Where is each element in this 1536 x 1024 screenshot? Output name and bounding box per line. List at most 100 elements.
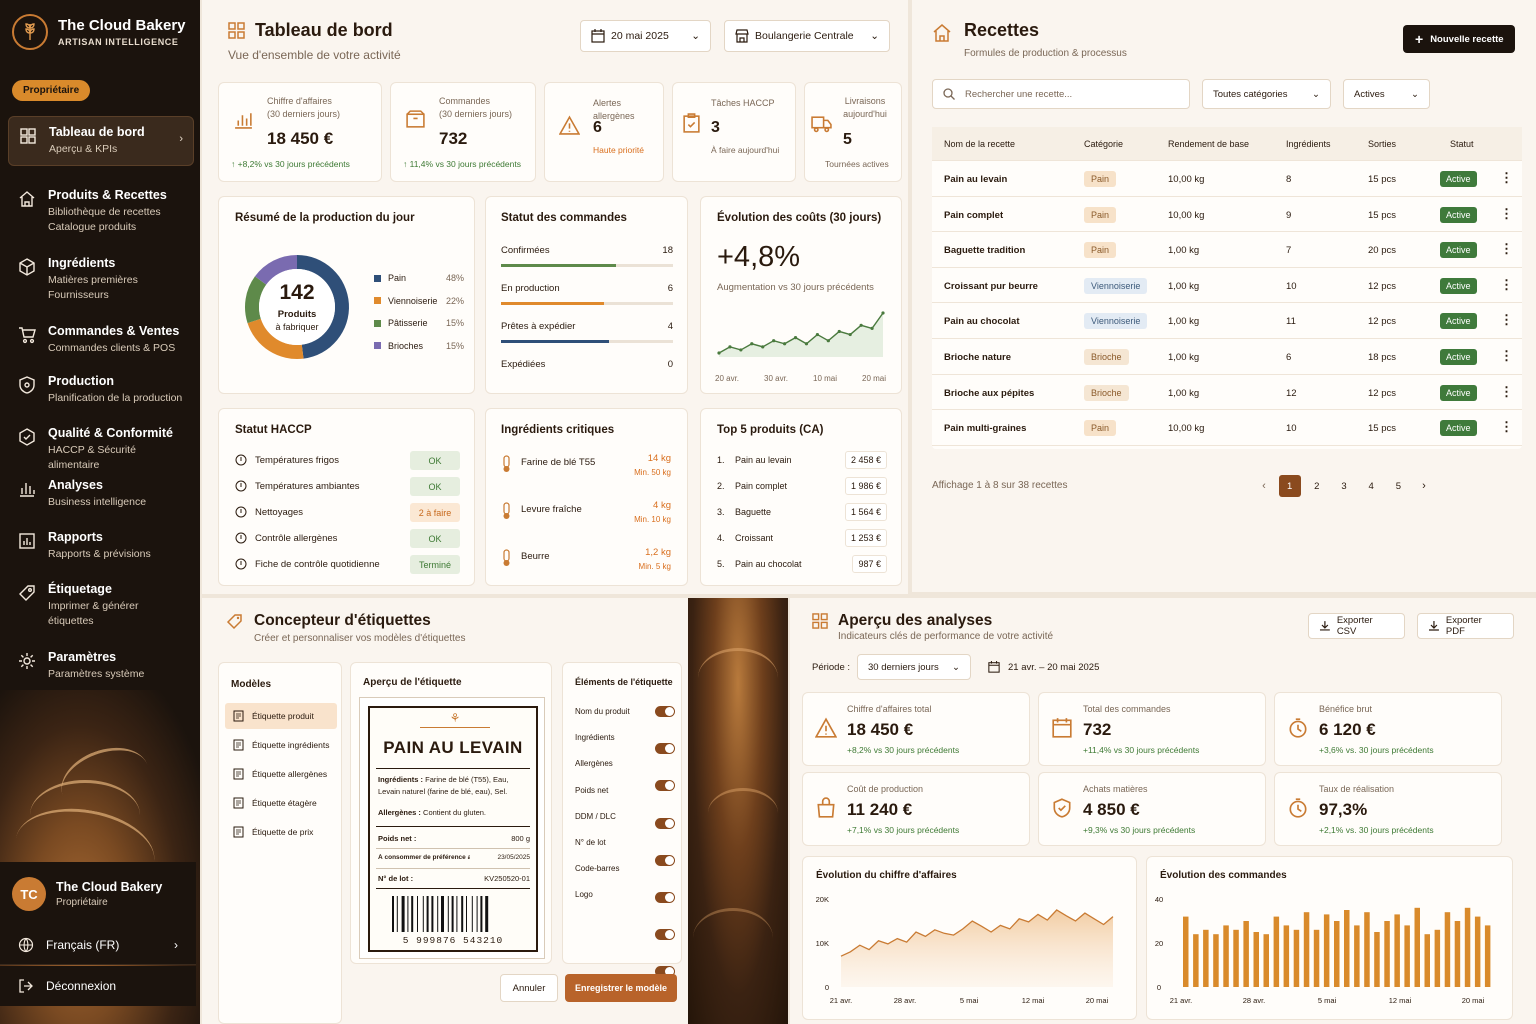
brand[interactable]: The Cloud Bakery ARTISAN INTELLIGENCE: [12, 14, 186, 50]
element-toggle[interactable]: [655, 929, 675, 941]
column-header[interactable]: Catégorie: [1084, 139, 1123, 149]
more-options-icon[interactable]: ⋮: [1500, 348, 1513, 364]
sidebar-item-house[interactable]: Produits & Recettes Bibliothèque de recet…: [8, 180, 194, 243]
recipe-ingredients: 9: [1286, 209, 1292, 221]
sidebar-item-bar-chart[interactable]: Analyses Business intelligence: [8, 470, 194, 518]
recipe-ingredients: 12: [1286, 387, 1297, 399]
page-3[interactable]: 3: [1333, 475, 1355, 497]
logout-button[interactable]: Déconnexion: [0, 966, 196, 1006]
model-item[interactable]: Étiquette ingrédients: [225, 732, 337, 758]
box-icon: [406, 110, 425, 128]
page-4[interactable]: 4: [1360, 475, 1382, 497]
cancel-button[interactable]: Annuler: [500, 974, 558, 1002]
user-card[interactable]: TC The Cloud Bakery Propriétaire: [0, 862, 196, 926]
new-recipe-button[interactable]: + Nouvelle recette: [1403, 25, 1515, 53]
pagination-summary: Affichage 1 à 8 sur 38 recettes: [932, 480, 1068, 491]
more-options-icon[interactable]: ⋮: [1500, 241, 1513, 257]
kpi-card[interactable]: Chiffre d'affaires (30 derniers jours) 18 …: [218, 82, 382, 182]
model-item[interactable]: Étiquette étagère: [225, 790, 337, 816]
sidebar-item-tag[interactable]: Étiquetage Imprimer & générer étiquettes: [8, 574, 194, 637]
analytics-kpi-card[interactable]: Total des commandes 732 +11,4% vs 30 jours…: [1038, 692, 1266, 766]
date-picker[interactable]: 20 mai 2025 ⌄: [580, 20, 711, 52]
analytics-kpi-card[interactable]: Achats matières 4 850 € +9,3% vs 30 jours …: [1038, 772, 1266, 846]
more-options-icon[interactable]: ⋮: [1500, 206, 1513, 222]
kpi-card[interactable]: Livraisons aujourd'hui 5 Tournées actives: [804, 82, 902, 182]
status-badge: 2 à faire: [410, 503, 460, 522]
product-revenue: 1 253 €: [844, 529, 887, 547]
page-5[interactable]: 5: [1387, 475, 1409, 497]
ingredient-min: Min. 10 kg: [634, 515, 671, 524]
element-label: Allergènes: [575, 759, 613, 769]
store-selector[interactable]: Boulangerie Centrale ⌄: [724, 20, 890, 52]
ingredient-qty: 4 kg: [653, 500, 671, 511]
element-toggle[interactable]: [655, 892, 675, 903]
analytics-kpi-card[interactable]: Coût de production 11 240 € +7,1% vs 30 jo…: [802, 772, 1030, 846]
sidebar-item-gear[interactable]: Paramètres Paramètres système: [8, 642, 194, 690]
models-title: Modèles: [231, 679, 272, 690]
analytics-kpi-card[interactable]: Bénéfice brut 6 120 € +3,6% vs. 30 jours p…: [1274, 692, 1502, 766]
recipe-ingredients: 11: [1286, 316, 1296, 328]
element-toggle[interactable]: [655, 706, 675, 717]
kpi-card[interactable]: Commandes (30 derniers jours) 732 ↑ 11,4% v…: [390, 82, 536, 182]
recipe-search-input[interactable]: Rechercher une recette...: [932, 79, 1190, 109]
table-row[interactable]: Croissant pur beurre Viennoiserie 1,00 kg 1…: [932, 268, 1522, 304]
page-2[interactable]: 2: [1306, 475, 1328, 497]
table-row[interactable]: Pain complet Pain 10,00 kg 9 15 pcs Active ⋮: [932, 197, 1522, 233]
element-label: Code-barres: [575, 864, 620, 874]
column-header[interactable]: Statut: [1450, 139, 1474, 149]
kpi-card[interactable]: Alertes allergènes 6 Haute priorité: [544, 82, 664, 182]
save-template-button[interactable]: Enregistrer le modèle: [565, 974, 677, 1002]
data-point: [837, 329, 841, 334]
chevron-left-icon[interactable]: ‹: [1252, 480, 1276, 492]
export-csv-label: Exporter CSV: [1336, 615, 1373, 637]
element-toggle[interactable]: [655, 817, 675, 829]
sidebar-item-report[interactable]: Rapports Rapports & prévisions: [8, 522, 194, 570]
sidebar-item-grid[interactable]: Tableau de bord Aperçu & KPIs ›: [8, 116, 194, 166]
x-tick-label: 10 mai: [813, 374, 838, 383]
chevron-right-icon[interactable]: ›: [1412, 480, 1436, 492]
bar: [1394, 914, 1400, 987]
recipe-outputs: 20 pcs: [1368, 245, 1396, 257]
table-row[interactable]: Brioche aux pépites Brioche 1,00 kg 12 12 pc…: [932, 375, 1522, 411]
language-selector[interactable]: Français (FR) ›: [0, 925, 196, 965]
more-options-icon[interactable]: ⋮: [1500, 312, 1513, 328]
kpi-card[interactable]: Tâches HACCP 3 À faire aujourd'hui: [672, 82, 796, 182]
model-item[interactable]: Étiquette allergènes: [225, 761, 337, 787]
table-row[interactable]: Pain au levain Pain 10,00 kg 8 15 pcs Active ⋮: [932, 161, 1522, 197]
page-1[interactable]: 1: [1278, 475, 1301, 497]
sidebar-item-cart[interactable]: Commandes & Ventes Commandes clients & PO…: [8, 316, 194, 364]
status-filter[interactable]: Actives ⌄: [1343, 79, 1430, 109]
more-options-icon[interactable]: ⋮: [1500, 419, 1513, 435]
x-tick-label: 21 avr.: [1170, 996, 1193, 1005]
model-item[interactable]: Étiquette produit: [225, 703, 337, 729]
kpi-label: Commandes: [439, 96, 491, 106]
column-header[interactable]: Ingrédients: [1286, 139, 1331, 149]
period-selector[interactable]: 30 derniers jours ⌄: [857, 654, 971, 680]
top5-title: Top 5 produits (CA): [717, 424, 824, 436]
element-toggle[interactable]: [655, 743, 675, 755]
column-header[interactable]: Nom de la recette: [944, 139, 1015, 149]
export-csv-button[interactable]: Exporter CSV: [1308, 613, 1405, 639]
model-item[interactable]: Étiquette de prix: [225, 819, 337, 845]
more-options-icon[interactable]: ⋮: [1500, 170, 1513, 186]
table-row[interactable]: Pain multi-graines Pain 10,00 kg 10 15 pcs Ac…: [932, 410, 1522, 446]
more-options-icon[interactable]: ⋮: [1500, 277, 1513, 293]
table-row[interactable]: Brioche nature Brioche 1,00 kg 6 18 pcs Activ…: [932, 339, 1522, 375]
analytics-kpi-card[interactable]: Taux de réalisation 97,3% +2,1% vs. 30 jou…: [1274, 772, 1502, 846]
export-pdf-button[interactable]: Exporter PDF: [1417, 613, 1514, 639]
column-header[interactable]: Sorties: [1368, 139, 1396, 149]
element-toggle[interactable]: [655, 854, 675, 866]
recipe-yield: 10,00 kg: [1168, 423, 1205, 435]
table-row[interactable]: Pain au chocolat Viennoiserie 1,00 kg 11 12 …: [932, 303, 1522, 339]
column-header[interactable]: Rendement de base: [1168, 139, 1249, 149]
sidebar-item-shield[interactable]: Production Planification de la production: [8, 366, 194, 414]
more-options-icon[interactable]: ⋮: [1500, 384, 1513, 400]
date-range[interactable]: 21 avr. – 20 mai 2025: [988, 661, 1099, 673]
analytics-kpi-card[interactable]: Chiffre d'affaires total 18 450 € +8,2% vs…: [802, 692, 1030, 766]
cost-line-chart: [717, 311, 885, 357]
sidebar-item-sublabel: HACCP & Sécurité alimentaire: [48, 444, 136, 471]
element-toggle[interactable]: [655, 780, 675, 792]
table-row[interactable]: Baguette tradition Pain 1,00 kg 7 20 pcs Acti…: [932, 232, 1522, 268]
category-filter[interactable]: Toutes catégories ⌄: [1202, 79, 1331, 109]
sidebar-item-cube[interactable]: Ingrédients Matières premières Fournisseur…: [8, 248, 194, 311]
